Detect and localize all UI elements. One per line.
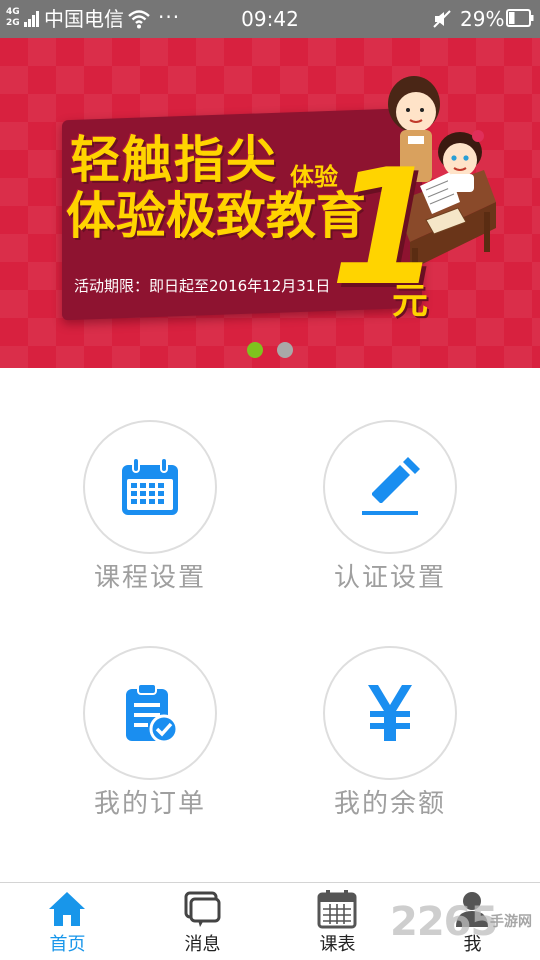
clock: 09:42 [241,7,299,31]
banner-headline-2: 体验极致教育 [66,187,366,245]
calendar-icon [122,457,178,515]
certification-settings-tile[interactable]: 认证设置 [270,420,510,620]
pencil-icon [362,457,420,515]
carousel-dot[interactable] [247,342,263,358]
my-orders-label: 我的订单 [93,789,206,819]
message-icon [184,891,221,927]
certification-settings-label: 认证设置 [333,563,446,593]
watermark-number: 2265 [390,899,498,945]
banner-headline-1: 轻触指尖 [70,131,278,189]
watermark-site: 手游网 [490,914,532,930]
calendar-icon [317,890,357,929]
my-orders-button[interactable] [83,646,217,780]
my-balance-button[interactable] [323,646,457,780]
carousel-indicator [0,342,540,358]
certification-settings-button[interactable] [323,420,457,554]
course-settings-button[interactable] [83,420,217,554]
tab-schedule[interactable]: 课表 [270,883,405,960]
clipboard-check-icon [126,683,179,744]
battery-percent: 29% [460,7,505,31]
tab-schedule-label: 课表 [319,934,356,955]
course-settings-tile[interactable]: 课程设置 [30,420,270,620]
status-bar: 4G 2G 中国电信 ··· 09:42 29% [0,0,540,38]
my-balance-tile[interactable]: 我的余额 [270,646,510,846]
tab-messages-label: 消息 [184,934,221,955]
course-settings-label: 课程设置 [93,563,206,593]
banner-period: 活动期限：即日起至2016年12月31日 [74,277,331,295]
home-icon [49,892,85,926]
my-orders-tile[interactable]: 我的订单 [30,646,270,846]
tab-messages[interactable]: 消息 [135,883,270,960]
carousel-dot[interactable] [277,342,293,358]
my-balance-label: 我的余额 [333,789,446,819]
site-watermark: 2265 手游网 [390,898,540,948]
battery-icon [506,9,534,27]
tab-home-label: 首页 [49,934,86,955]
mute-icon [433,10,451,28]
tab-home[interactable]: 首页 [0,883,135,960]
yen-icon [368,685,412,741]
promo-banner[interactable]: 轻触指尖 体验极致教育 体验 1 元 活动期限：即日起至2016年12月31日 [0,38,540,368]
banner-price-unit: 元 [392,281,429,322]
